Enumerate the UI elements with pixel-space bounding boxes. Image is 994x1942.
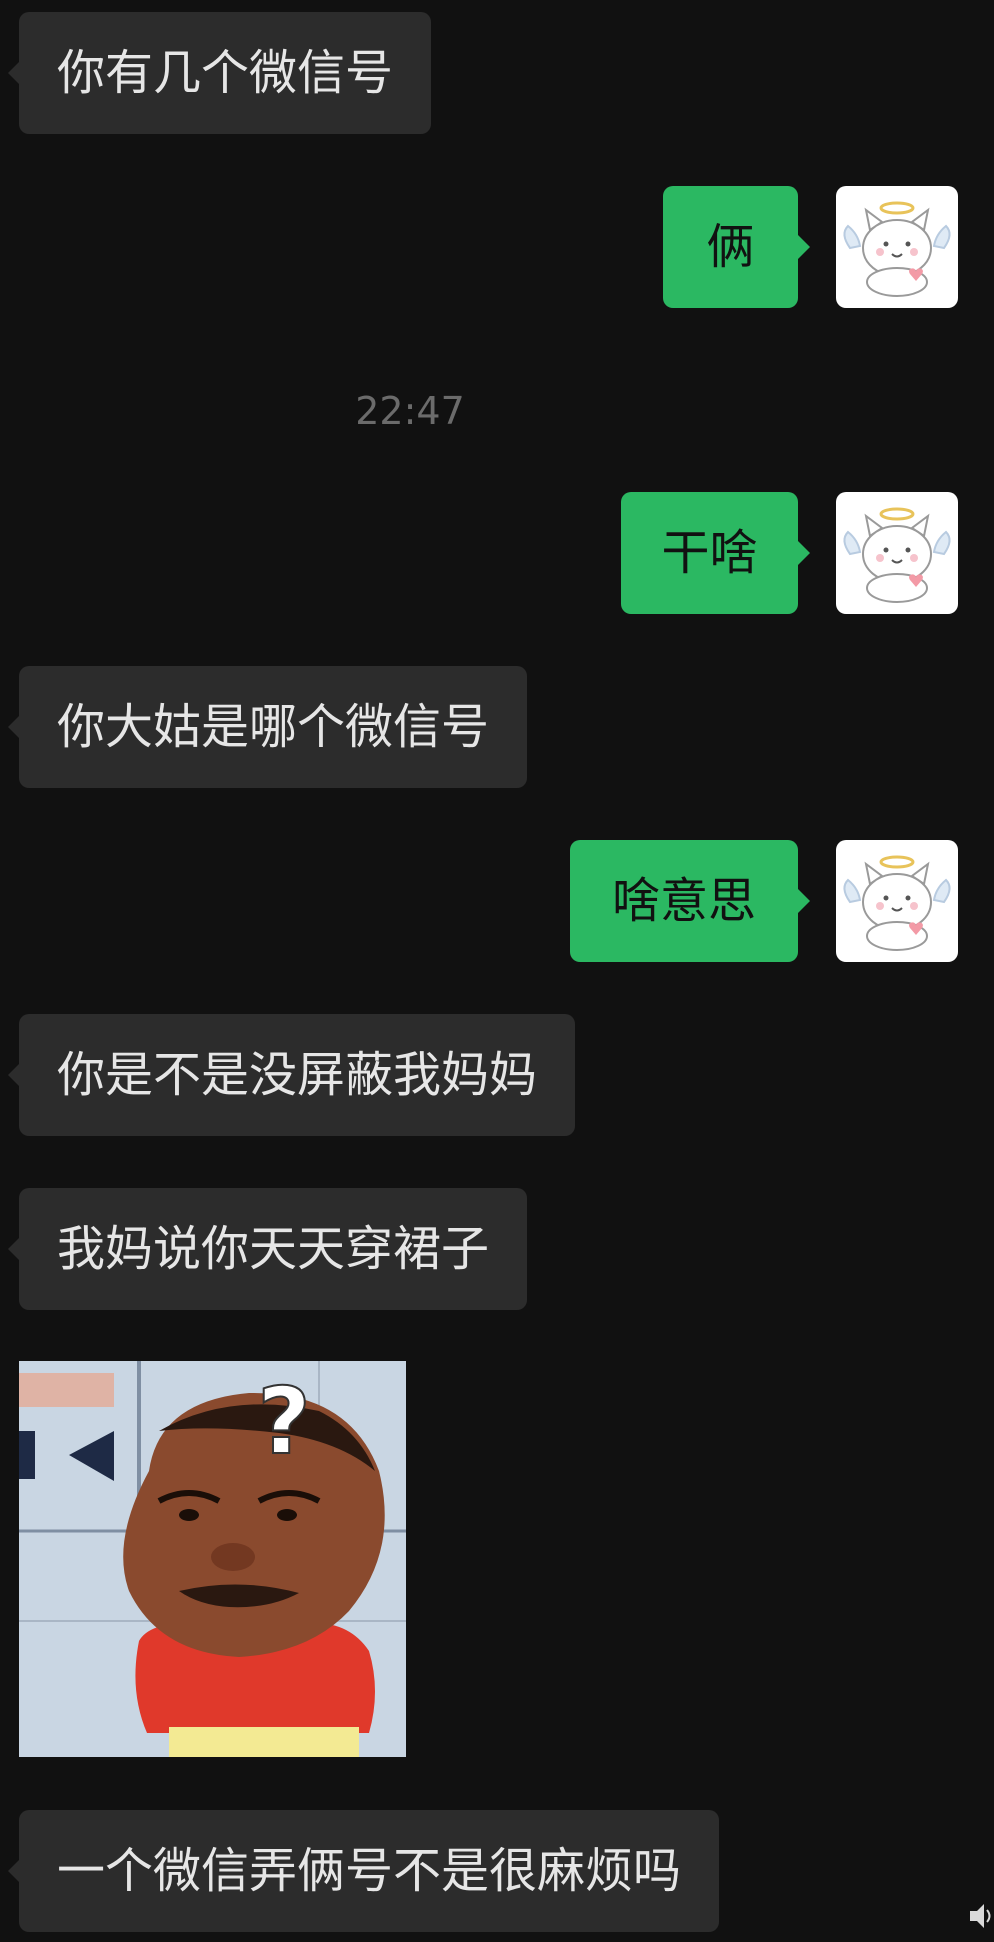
angel-cat-avatar-icon bbox=[843, 201, 951, 297]
message-text: 你是不是没屏蔽我妈妈 bbox=[57, 1047, 538, 1103]
message-bubble-outgoing[interactable]: 啥意思 bbox=[570, 840, 810, 962]
self-avatar[interactable] bbox=[836, 840, 958, 962]
angel-cat-avatar-icon bbox=[843, 855, 951, 951]
message-bubble-outgoing[interactable]: 干啥 bbox=[621, 492, 810, 614]
message-bubble-incoming[interactable]: 你大姑是哪个微信号 bbox=[7, 666, 528, 788]
confused-man-question-mark-sticker: ? bbox=[19, 1361, 406, 1757]
message-text: 你有几个微信号 bbox=[57, 45, 394, 101]
message-text: 俩 bbox=[706, 219, 755, 275]
speaker-icon[interactable] bbox=[968, 1900, 992, 1932]
self-avatar[interactable] bbox=[836, 186, 958, 308]
message-bubble-outgoing[interactable]: 俩 bbox=[663, 186, 810, 308]
message-timestamp: 22:47 bbox=[355, 389, 465, 433]
message-text: 一个微信弄俩号不是很麻烦吗 bbox=[57, 1843, 682, 1899]
message-text: 干啥 bbox=[661, 525, 758, 581]
question-mark-glyph: ? bbox=[257, 1368, 310, 1475]
message-text: 啥意思 bbox=[611, 873, 756, 929]
sticker-message[interactable]: ? bbox=[19, 1361, 406, 1757]
message-bubble-incoming[interactable]: 你有几个微信号 bbox=[7, 12, 432, 134]
message-text: 你大姑是哪个微信号 bbox=[57, 699, 490, 755]
message-bubble-incoming[interactable]: 我妈说你天天穿裙子 bbox=[7, 1188, 528, 1310]
self-avatar[interactable] bbox=[836, 492, 958, 614]
message-bubble-incoming[interactable]: 你是不是没屏蔽我妈妈 bbox=[7, 1014, 576, 1136]
message-text: 我妈说你天天穿裙子 bbox=[57, 1221, 490, 1277]
angel-cat-avatar-icon bbox=[843, 507, 951, 603]
message-bubble-incoming[interactable]: 一个微信弄俩号不是很麻烦吗 bbox=[7, 1810, 720, 1932]
